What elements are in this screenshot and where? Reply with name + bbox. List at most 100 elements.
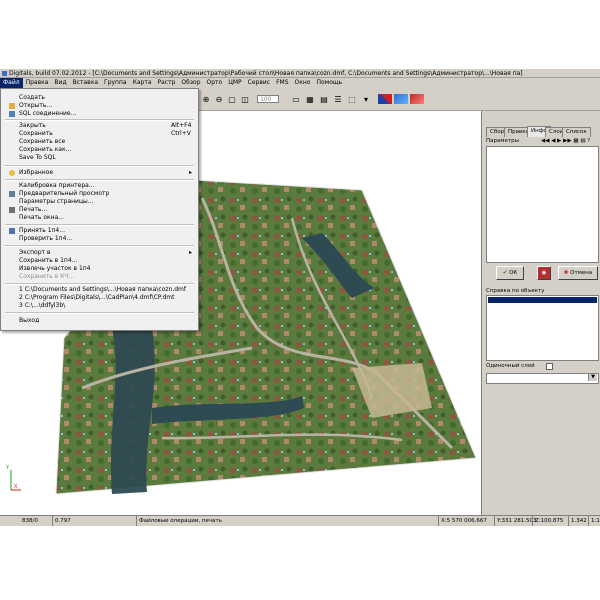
table-icon[interactable]: ▦ (304, 94, 316, 106)
menu-edit[interactable]: Правка (23, 78, 52, 88)
menu-item-export[interactable]: Экспорт в ▸ (1, 249, 198, 257)
menu-help[interactable]: Помощь (313, 78, 345, 88)
menu-file[interactable]: Файл (0, 78, 23, 88)
menu-item-shortcut: Alt+F4 (171, 122, 192, 129)
reference-list[interactable] (486, 295, 599, 361)
grid-icon[interactable]: ▤ (318, 94, 330, 106)
status-scale: 838/0 (22, 518, 38, 524)
dropdown-icon[interactable]: ▾ (360, 94, 372, 106)
menu-item-label: Сохранить как... (19, 146, 72, 153)
menu-item-label: 1 C:\Documents and Settings\...\Новая па… (19, 286, 186, 293)
menu-map[interactable]: Карта (130, 78, 155, 88)
fill-icon[interactable] (410, 94, 424, 104)
menu-item-new[interactable]: Создать (1, 94, 198, 102)
menu-item-label: SQL соединение... (19, 110, 77, 117)
menu-item-save-all[interactable]: Сохранить все (1, 138, 198, 146)
menu-item-open[interactable]: Открыть... (1, 102, 198, 110)
cancel-button[interactable]: ✖ Отмена (558, 266, 598, 280)
menu-dem[interactable]: ЦМР (225, 78, 244, 88)
ok-button[interactable]: ✔ ОК (496, 266, 524, 280)
panel-bottom-area (486, 385, 597, 503)
menu-raster[interactable]: Растр (155, 78, 179, 88)
menu-item-printer-calibration[interactable]: Калибровка принтера... (1, 182, 198, 190)
menu-item-page-setup[interactable]: Параметры страницы... (1, 198, 198, 206)
menu-item-label: Печать... (19, 206, 48, 213)
menu-insert[interactable]: Вставка (70, 78, 101, 88)
menu-service[interactable]: Сервис (245, 78, 273, 88)
menu-group[interactable]: Группа (101, 78, 130, 88)
menu-item-sql[interactable]: SQL соединение... (1, 110, 198, 118)
zoom-in-icon[interactable]: ⊕ (200, 94, 212, 106)
star-icon (9, 170, 15, 176)
menu-item-recent-2[interactable]: 2 C:\Program Files\Digitals\...\CadPlan\… (1, 294, 198, 302)
status-value2: 0.797 (52, 516, 71, 526)
menu-item-recent-1[interactable]: 1 C:\Documents and Settings\...\Новая па… (1, 286, 198, 294)
menu-overview[interactable]: Обзор (178, 78, 203, 88)
menu-item-accept-in4[interactable]: Принять 1п4... (1, 227, 198, 235)
printer-icon (9, 207, 15, 213)
menu-item-close[interactable]: Закрыть Alt+F4 (1, 122, 198, 130)
menu-item-save[interactable]: Сохранить Ctrl+V (1, 130, 198, 138)
menu-item-label: Проверить 1п4... (19, 235, 73, 242)
menu-item-label: Создать (19, 94, 45, 101)
check-icon: ✔ (502, 270, 508, 276)
reference-header: Справка по объекту (486, 287, 597, 295)
menu-item-label: Печать окна... (19, 214, 64, 221)
cancel-label: Отмена (570, 270, 593, 276)
preview-icon (9, 191, 15, 197)
menu-item-label: Экспорт в (19, 249, 51, 256)
reference-selected-row[interactable] (488, 297, 597, 303)
menu-item-label: Параметры страницы... (19, 198, 94, 205)
menu-item-print[interactable]: Печать... (1, 206, 198, 214)
menu-item-favorites[interactable]: Избранное ▸ (1, 169, 198, 177)
menu-item-label: Сохранить все (19, 138, 66, 145)
camera-button[interactable]: ◉ (537, 266, 551, 280)
layer-tool-icon[interactable]: ▭ (290, 94, 302, 106)
status-x: X:5 570 006.667 (438, 516, 487, 526)
menu-item-recent-3[interactable]: 3 C:\...\ddfyl3b\ (1, 302, 198, 310)
layer-checkbox[interactable] (546, 363, 553, 370)
menu-item-check-in4[interactable]: Проверить 1п4... (1, 235, 198, 243)
menu-item-print-window[interactable]: Печать окна... (1, 214, 198, 222)
select-icon[interactable]: ⬚ (346, 94, 358, 106)
menu-item-label: Предварительный просмотр (19, 190, 110, 197)
cancel-icon: ✖ (563, 270, 569, 276)
status-z: Z:100.875 (532, 516, 563, 526)
chevron-down-icon[interactable]: ▼ (588, 374, 597, 381)
params-list[interactable] (486, 146, 599, 263)
tab-list[interactable]: Список (562, 127, 591, 137)
zoom-input[interactable]: 100 (257, 95, 279, 103)
menu-fms[interactable]: FMS (273, 78, 291, 88)
nav-arrows-icon[interactable]: ◀◀ ◀ ▶ ▶▶ ▦ ▤ ? (541, 137, 590, 145)
menu-item-exit[interactable]: Выход (1, 317, 198, 325)
menu-window[interactable]: Окно (292, 78, 314, 88)
params-label: Параметры (486, 138, 519, 144)
menu-item-save-sql[interactable]: Save To SQL (1, 154, 198, 162)
water-icon[interactable] (394, 94, 408, 104)
list-icon[interactable]: ☰ (332, 94, 344, 106)
menu-item-label: Принять 1п4... (19, 227, 65, 234)
layer-select[interactable]: ▼ (486, 373, 599, 384)
status-zoom: 1.342 (568, 516, 587, 526)
zoom-window-icon[interactable]: ▢ (226, 94, 238, 106)
menu-view[interactable]: Вид (51, 78, 69, 88)
menu-separator (5, 119, 194, 121)
menu-item-save-as[interactable]: Сохранить как... (1, 146, 198, 154)
status-bar: 838/0 0.797 Файловые операции, печать X:… (0, 515, 600, 526)
menu-item-label: Избранное (19, 169, 54, 176)
zoom-out-icon[interactable]: ⊖ (213, 94, 225, 106)
menu-separator (5, 312, 194, 314)
menu-item-preview[interactable]: Предварительный просмотр (1, 190, 198, 198)
menu-item-shortcut: Ctrl+V (171, 130, 191, 137)
menu-item-label: Открыть... (19, 102, 53, 109)
menu-separator (5, 165, 194, 167)
menu-separator (5, 179, 194, 181)
zoom-fit-icon[interactable]: ◫ (239, 94, 251, 106)
layer-row: Одиночный слой (486, 362, 597, 370)
menu-item-save-in4[interactable]: Сохранить в 1п4... (1, 257, 198, 265)
menu-item-extract-in4[interactable]: Извлечь участок в 1п4 (1, 265, 198, 273)
menu-ortho[interactable]: Орто (204, 78, 226, 88)
menu-item-label: Извлечь участок в 1п4 (19, 265, 91, 272)
menu-item-label: 2 C:\Program Files\Digitals\...\CadPlan\… (19, 294, 175, 301)
palette-icon[interactable] (378, 94, 392, 104)
